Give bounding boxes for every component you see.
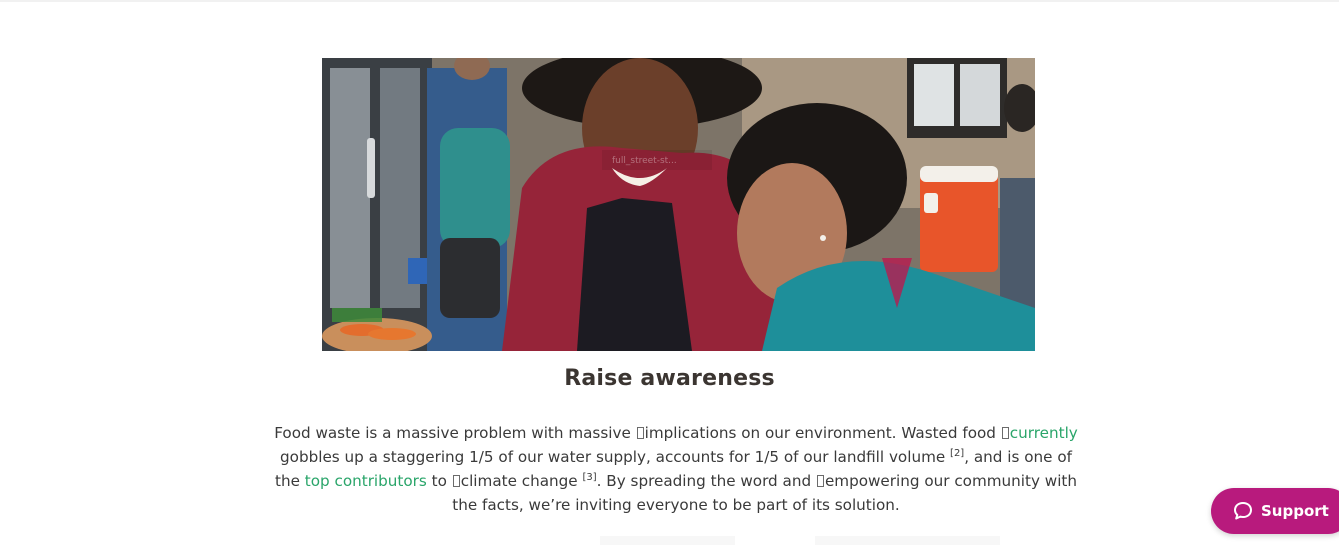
reference-3[interactable]: [3] xyxy=(582,472,596,483)
currently-link[interactable]: currently xyxy=(1010,424,1078,442)
paragraph-text-7: . By spreading the word and xyxy=(596,472,816,490)
paragraph-text-6: climate change xyxy=(460,472,583,490)
chat-bubble-icon xyxy=(1233,501,1253,521)
missing-glyph-icon xyxy=(1001,427,1009,439)
section-title: Raise awareness xyxy=(564,366,775,391)
missing-glyph-icon xyxy=(816,475,824,487)
top-divider xyxy=(0,0,1339,2)
paragraph-text-2: implications on our environment. Wasted … xyxy=(644,424,1001,442)
hero-image: full_street-st... xyxy=(322,58,1035,351)
paragraph-text-1: Food waste is a massive problem with mas… xyxy=(274,424,636,442)
missing-glyph-icon xyxy=(636,427,644,439)
support-label: Support xyxy=(1261,502,1329,520)
next-section-card xyxy=(600,536,735,545)
reference-2[interactable]: [2] xyxy=(950,448,964,459)
hero-caption: full_street-st... xyxy=(612,156,677,166)
section-paragraph: Food waste is a massive problem with mas… xyxy=(270,421,1082,517)
missing-glyph-icon xyxy=(452,475,460,487)
next-section-card xyxy=(815,536,1000,545)
top-contributors-link[interactable]: top contributors xyxy=(305,472,427,490)
paragraph-text-5: to xyxy=(426,472,452,490)
support-button[interactable]: Support xyxy=(1211,488,1339,534)
paragraph-text-3: gobbles up a staggering 1/5 of our water… xyxy=(280,448,951,466)
